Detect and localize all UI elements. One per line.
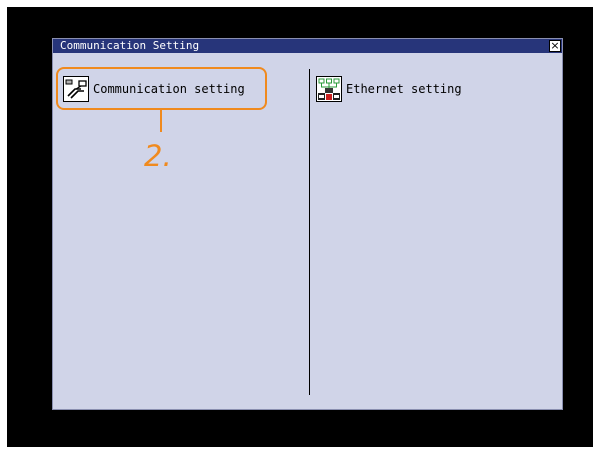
ethernet-setting-icon bbox=[316, 76, 342, 102]
callout-line bbox=[160, 110, 162, 132]
close-button[interactable]: × bbox=[549, 40, 561, 52]
highlight-box bbox=[56, 67, 267, 110]
window-title: Communication Setting bbox=[60, 39, 200, 52]
window-titlebar: Communication Setting × bbox=[53, 39, 562, 53]
ethernet-setting-item[interactable]: Ethernet setting bbox=[316, 75, 462, 103]
step-label: 2. bbox=[144, 139, 172, 173]
column-divider bbox=[309, 69, 310, 395]
ethernet-setting-label: Ethernet setting bbox=[346, 82, 462, 96]
